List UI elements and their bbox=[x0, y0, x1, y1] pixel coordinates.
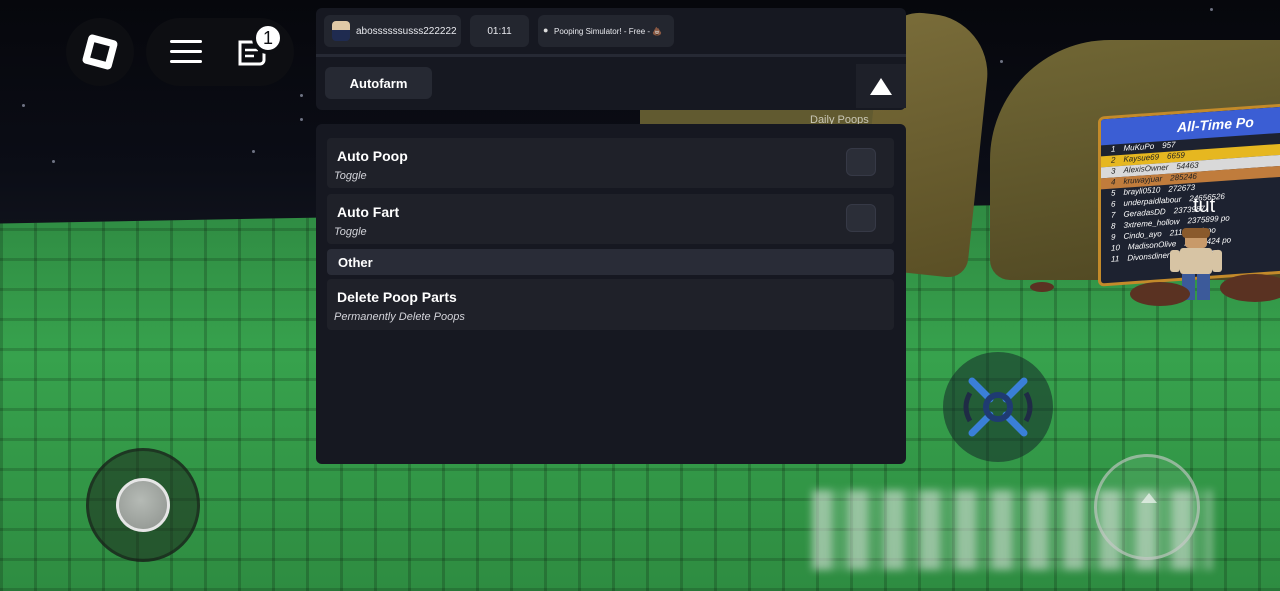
hub-content-panel: Auto Poop Toggle Auto Fart Toggle Other … bbox=[316, 124, 906, 464]
poop-pile bbox=[1130, 282, 1190, 306]
leaderboard-rank: 4 bbox=[1111, 177, 1116, 187]
leaderboard-rank: 9 bbox=[1111, 232, 1116, 242]
triangle-up-icon bbox=[870, 77, 892, 95]
leaderboard-rank: 6 bbox=[1111, 199, 1116, 209]
collapse-button[interactable] bbox=[856, 64, 906, 108]
player-name-tag: tut bbox=[1193, 195, 1216, 217]
notification-badge: 1 bbox=[252, 22, 284, 54]
poop-pile bbox=[1220, 274, 1280, 302]
divider bbox=[316, 54, 906, 57]
timer-chip: 01:11 bbox=[470, 15, 529, 47]
toggle-title: Auto Poop bbox=[337, 148, 408, 164]
tab-autofarm[interactable]: Autofarm bbox=[325, 67, 432, 99]
button-subtitle: Permanently Delete Poops bbox=[334, 311, 465, 323]
leaderboard-rank: 5 bbox=[1111, 188, 1116, 198]
roblox-menu-button[interactable] bbox=[66, 18, 134, 86]
leaderboard-rank: 7 bbox=[1111, 210, 1116, 220]
toggle-title: Auto Fart bbox=[337, 204, 400, 220]
toggle-subtitle: Toggle bbox=[334, 226, 367, 238]
roblox-logo-icon bbox=[81, 33, 119, 71]
leaderboard-rank: 2 bbox=[1111, 155, 1116, 165]
poop-pile bbox=[1030, 282, 1054, 292]
toggle-row-auto-fart[interactable]: Auto Fart Toggle bbox=[327, 194, 894, 244]
hamburger-menu-icon[interactable] bbox=[170, 40, 202, 64]
user-chip: abossssssusss222222 bbox=[324, 15, 461, 47]
auto-poop-checkbox[interactable] bbox=[846, 148, 876, 176]
executor-logo-icon bbox=[963, 377, 1033, 437]
avatar bbox=[332, 21, 350, 41]
leaderboard-rank: 3 bbox=[1111, 166, 1116, 176]
leaderboard-name: Divonsdiner bbox=[1127, 250, 1170, 263]
section-header-other: Other bbox=[327, 249, 894, 275]
thumbstick-knob[interactable] bbox=[116, 478, 170, 532]
game-chip: ● Pooping Simulator! - Free - 💩 bbox=[538, 15, 674, 47]
auto-fart-checkbox[interactable] bbox=[846, 204, 876, 232]
timer: 01:11 bbox=[487, 25, 512, 37]
game-icon: ● bbox=[543, 25, 549, 35]
hub-topbar: abossssssusss222222 01:11 ● Pooping Simu… bbox=[316, 8, 906, 54]
toggle-row-auto-poop[interactable]: Auto Poop Toggle bbox=[327, 138, 894, 188]
leaderboard-rank: 8 bbox=[1111, 221, 1116, 231]
toggle-subtitle: Toggle bbox=[334, 170, 367, 182]
button-title: Delete Poop Parts bbox=[337, 289, 457, 305]
leaderboard-rank: 11 bbox=[1111, 254, 1120, 264]
leaderboard-rank: 1 bbox=[1111, 144, 1116, 154]
game-name: Pooping Simulator! - Free - 💩 bbox=[554, 26, 663, 36]
username: abossssssusss222222 bbox=[356, 25, 457, 37]
jump-button[interactable] bbox=[1094, 454, 1200, 560]
leaderboard-rank: 10 bbox=[1111, 243, 1120, 253]
executor-button[interactable] bbox=[943, 352, 1053, 462]
delete-poop-parts-button[interactable]: Delete Poop Parts Permanently Delete Poo… bbox=[327, 279, 894, 330]
hub-header: abossssssusss222222 01:11 ● Pooping Simu… bbox=[316, 8, 906, 110]
